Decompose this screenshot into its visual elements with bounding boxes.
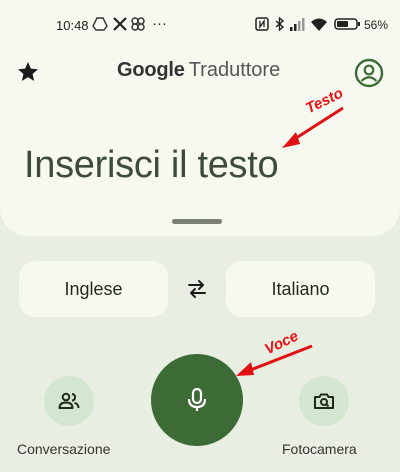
battery-percent: 56%	[364, 18, 389, 32]
wifi-icon	[311, 18, 327, 31]
app-title-brand: Google	[117, 59, 185, 81]
pinwheel-icon	[131, 17, 145, 31]
lens-camera-icon	[314, 393, 334, 409]
bluetooth-icon	[275, 16, 285, 32]
source-language-label: Inglese	[64, 278, 123, 299]
text-input[interactable]: Inserisci il testo	[24, 144, 279, 187]
annotation-voice-callout: Voce	[262, 327, 302, 359]
camera-button[interactable]	[299, 376, 349, 426]
status-time: 10:48	[56, 18, 89, 33]
x-icon	[113, 17, 127, 31]
target-language-label: Italiano	[271, 278, 330, 299]
status-bar: 10:48 ··· 56%	[0, 12, 400, 40]
annotation-arrowhead-voice	[236, 362, 254, 376]
conversation-label: Conversazione	[17, 441, 111, 457]
people-icon	[58, 392, 80, 409]
drive-icon	[92, 17, 108, 31]
app-title: Google Traduttore	[117, 59, 280, 82]
app-title-product: Traduttore	[188, 59, 281, 81]
nfc-icon	[255, 17, 269, 31]
target-language-button[interactable]: Italiano	[226, 261, 375, 317]
more-notifications-indicator: ···	[152, 15, 167, 32]
battery-icon	[334, 18, 360, 30]
microphone-icon	[187, 387, 207, 411]
drag-handle[interactable]	[172, 219, 222, 224]
star-icon[interactable]	[16, 60, 40, 84]
source-language-button[interactable]: Inglese	[19, 261, 168, 317]
camera-label: Fotocamera	[282, 441, 357, 457]
microphone-button[interactable]	[151, 354, 243, 446]
signal-icon	[290, 18, 305, 31]
swap-arrows-icon[interactable]	[185, 277, 209, 301]
account-circle-icon[interactable]	[354, 58, 384, 88]
conversation-button[interactable]	[44, 376, 94, 426]
